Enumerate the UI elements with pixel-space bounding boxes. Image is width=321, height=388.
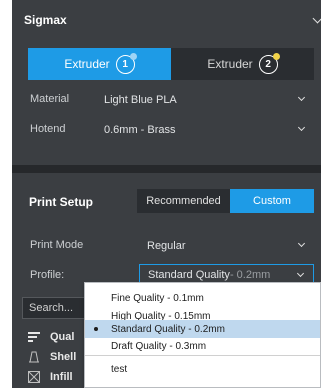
material-value: Light Blue PLA xyxy=(104,94,177,106)
material-color-dot xyxy=(129,52,137,60)
tab-recommended[interactable]: Recommended xyxy=(137,189,230,213)
print-setup-title: Print Setup xyxy=(29,195,94,209)
extruder-2-number-icon: 2 xyxy=(258,52,280,74)
print-mode-value: Regular xyxy=(147,240,186,252)
hotend-dropdown[interactable]: 0.6mm - Brass xyxy=(96,119,314,141)
search-input[interactable]: Search... xyxy=(22,297,90,319)
chevron-down-icon xyxy=(297,93,306,102)
profile-dropdown-menu: Fine Quality - 0.1mm High Quality - 0.15… xyxy=(84,282,321,388)
section-divider xyxy=(12,165,321,173)
menu-item-custom-test[interactable]: test xyxy=(85,360,320,378)
tab-custom[interactable]: Custom xyxy=(230,189,314,213)
extruder-2-label: Extruder xyxy=(207,57,253,71)
extruder-1-number-icon: 1 xyxy=(115,52,137,74)
category-quality[interactable]: Qual xyxy=(28,331,74,343)
infill-icon xyxy=(28,371,40,383)
menu-item-draft-quality[interactable]: Draft Quality - 0.3mm xyxy=(85,337,320,355)
profile-layer-height: - 0.2mm xyxy=(229,269,271,281)
material-dropdown[interactable]: Light Blue PLA xyxy=(96,89,314,111)
category-label: Qual xyxy=(50,331,75,343)
chevron-down-icon xyxy=(296,269,305,278)
profile-value: Standard Quality xyxy=(148,269,230,281)
category-shell[interactable]: Shell xyxy=(28,351,76,363)
print-mode-dropdown[interactable]: Regular xyxy=(139,235,314,257)
menu-item-fine-quality[interactable]: Fine Quality - 0.1mm xyxy=(85,289,320,307)
chevron-down-icon xyxy=(297,239,306,248)
hotend-value: 0.6mm - Brass xyxy=(104,124,176,136)
shell-icon xyxy=(29,351,39,363)
search-placeholder: Search... xyxy=(29,302,74,314)
chevron-down-icon xyxy=(297,123,306,132)
printer-name: Sigmax xyxy=(24,13,67,27)
selected-bullet-icon xyxy=(94,327,98,331)
material-color-dot xyxy=(272,52,280,60)
menu-separator xyxy=(85,355,320,356)
category-label: Infill xyxy=(50,371,73,383)
category-infill[interactable]: Infill xyxy=(28,371,73,383)
print-mode-label: Print Mode xyxy=(30,239,84,251)
extruder-2-tab[interactable]: Extruder 2 xyxy=(171,48,314,80)
material-label: Material xyxy=(30,93,70,105)
category-label: Shell xyxy=(50,351,77,363)
extruder-1-label: Extruder xyxy=(64,57,110,71)
extruder-1-tab[interactable]: Extruder 1 xyxy=(28,48,171,80)
quality-icon xyxy=(28,332,40,342)
profile-label: Profile: xyxy=(30,269,65,281)
menu-item-standard-quality[interactable]: Standard Quality - 0.2mm xyxy=(85,320,320,338)
hotend-label: Hotend xyxy=(30,123,66,135)
